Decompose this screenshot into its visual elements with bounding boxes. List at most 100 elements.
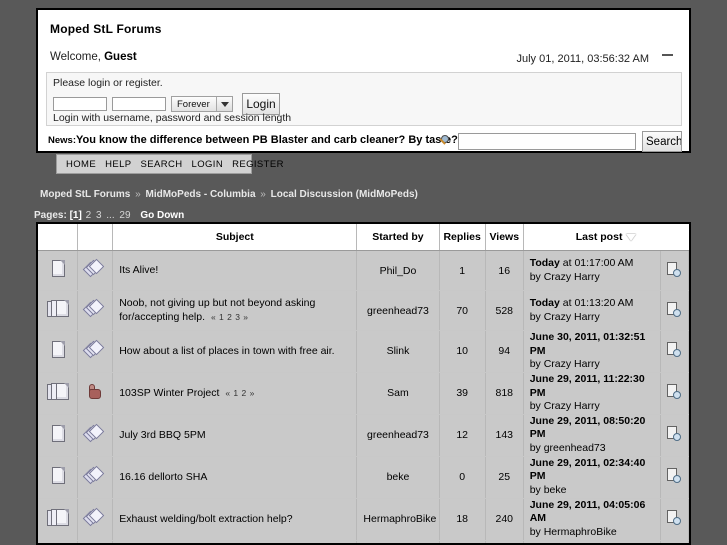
table-row[interactable]: 103SP Winter Project « 1 2 » Sam 39 818 June… <box>38 372 689 415</box>
author-link[interactable]: Slink <box>387 345 410 357</box>
nav-search[interactable]: SEARCH <box>141 159 183 170</box>
last-post-author[interactable]: by Crazy Harry <box>530 311 600 323</box>
subject-cell[interactable]: 103SP Winter Project « 1 2 » <box>112 372 358 415</box>
started-by-cell[interactable]: HermaphroBike <box>356 498 440 541</box>
subject-cell[interactable]: How about a list of places in town with … <box>112 330 358 373</box>
topic-link[interactable]: 103SP Winter Project <box>119 387 219 399</box>
topic-page-links[interactable]: « 1 2 » <box>222 388 255 398</box>
column-header-last-post[interactable]: Last post <box>523 224 689 251</box>
topic-link[interactable]: Exhaust welding/bolt extraction help? <box>119 513 292 525</box>
pagination-page-3[interactable]: 3 <box>95 210 103 221</box>
pagination-page-last[interactable]: 29 <box>118 210 131 221</box>
breadcrumb-item-board[interactable]: Local Discussion (MidMoPeds) <box>271 189 418 200</box>
last-post-jump-icon[interactable] <box>667 342 682 358</box>
last-post-author[interactable]: by Crazy Harry <box>530 358 600 370</box>
column-header-started-by[interactable]: Started by <box>356 224 440 251</box>
last-post-jump-cell[interactable] <box>660 414 689 457</box>
nav-login[interactable]: LOGIN <box>192 159 224 170</box>
author-link[interactable]: greenhead73 <box>367 429 429 441</box>
last-post-author[interactable]: by Crazy Harry <box>530 400 600 412</box>
password-input[interactable] <box>112 97 166 111</box>
username-input[interactable] <box>53 97 107 111</box>
session-length-select[interactable]: Forever <box>171 96 233 112</box>
column-header-status-icon <box>77 224 114 251</box>
last-post-jump-icon[interactable] <box>667 426 682 442</box>
last-post-date: June 30, 2011, 01:32:51 PM <box>529 331 646 357</box>
last-post-jump-icon[interactable] <box>667 384 682 400</box>
chevron-down-icon[interactable] <box>216 97 232 111</box>
status-icon-cell <box>77 498 114 541</box>
table-row[interactable]: July 3rd BBQ 5PM greenhead73 12 143 June 29,… <box>38 414 689 457</box>
subject-cell[interactable]: Noob, not giving up but not beyond askin… <box>112 290 358 331</box>
subject-cell[interactable]: July 3rd BBQ 5PM <box>112 414 358 457</box>
author-link[interactable]: beke <box>387 471 410 483</box>
last-post-jump-cell[interactable] <box>660 330 689 373</box>
last-post-jump-cell[interactable] <box>660 540 689 543</box>
topic-link[interactable]: 16.16 dellorto SHA <box>119 471 207 483</box>
topic-link[interactable]: How about a list of places in town with … <box>119 345 334 357</box>
last-post-date: June 29, 2011, 02:34:40 PM <box>529 456 646 483</box>
subject-cell[interactable]: Helloooo childrenz <box>112 540 358 543</box>
author-link[interactable]: HermaphroBike <box>363 513 436 525</box>
go-down-link[interactable]: Go Down <box>134 210 184 221</box>
started-by-cell[interactable]: greenhead73 <box>356 290 440 331</box>
search-button[interactable]: Search <box>642 131 682 152</box>
column-header-replies[interactable]: Replies <box>439 224 486 251</box>
started-by-cell[interactable]: Slink <box>356 330 440 373</box>
last-post-author[interactable]: by greenhead73 <box>530 442 606 454</box>
last-post-author[interactable]: by beke <box>530 484 567 496</box>
status-icon-cell <box>77 290 114 331</box>
last-post-jump-cell[interactable] <box>660 290 689 331</box>
started-by-cell[interactable]: greenhead73 <box>356 414 440 457</box>
table-row[interactable]: 16.16 dellorto SHA beke 0 25 June 29, 2011, … <box>38 456 689 499</box>
last-post-jump-icon[interactable] <box>667 301 682 317</box>
last-post-jump-cell[interactable] <box>660 372 689 415</box>
sort-descending-icon[interactable] <box>626 234 637 241</box>
last-post-jump-cell[interactable] <box>660 250 689 291</box>
table-row[interactable]: Helloooo childrenzPhil_Do596June 28, 201… <box>38 540 689 543</box>
column-header-subject[interactable]: Subject <box>112 224 358 251</box>
table-row[interactable]: How about a list of places in town with … <box>38 330 689 373</box>
last-post-jump-icon[interactable] <box>667 510 682 526</box>
last-post-cell: June 29, 2011, 11:22:30 PM by Crazy Harry <box>523 372 661 415</box>
subject-cell[interactable]: Exhaust welding/bolt extraction help? <box>112 498 358 541</box>
last-post-jump-icon[interactable] <box>667 468 682 484</box>
status-icon-cell <box>77 330 114 373</box>
subject-cell[interactable]: 16.16 dellorto SHA <box>112 456 358 499</box>
author-link[interactable]: Sam <box>387 387 409 399</box>
topic-link[interactable]: Its Alive! <box>119 264 158 276</box>
status-icon-cell <box>77 456 114 499</box>
started-by-cell[interactable]: Phil_Do <box>356 540 440 543</box>
last-post-jump-icon[interactable] <box>667 261 682 277</box>
column-header-views[interactable]: Views <box>485 224 524 251</box>
started-by-cell[interactable]: Sam <box>356 372 440 415</box>
topic-link[interactable]: July 3rd BBQ 5PM <box>119 429 205 441</box>
nav-home[interactable]: HOME <box>66 159 96 170</box>
search-input[interactable] <box>458 133 636 150</box>
table-row[interactable]: Noob, not giving up but not beyond askin… <box>38 290 689 331</box>
started-by-cell[interactable]: beke <box>356 456 440 499</box>
diamond-stack-icon <box>83 339 106 359</box>
subject-cell[interactable]: Its Alive! <box>112 250 358 291</box>
topic-page-links[interactable]: « 1 2 3 » <box>208 312 249 322</box>
topic-rows: Its Alive! Phil_Do 1 16 Today at 01:17:00 AM… <box>38 250 689 543</box>
last-post-author[interactable]: by Crazy Harry <box>530 271 600 283</box>
author-link[interactable]: Phil_Do <box>380 265 417 277</box>
topic-icon-cell <box>38 290 79 331</box>
started-by-cell[interactable]: Phil_Do <box>356 250 440 291</box>
table-row[interactable]: Exhaust welding/bolt extraction help? Her… <box>38 498 689 541</box>
news-label: News: <box>48 135 76 146</box>
pagination-page-2[interactable]: 2 <box>85 210 93 221</box>
nav-help[interactable]: HELP <box>105 159 131 170</box>
table-row[interactable]: Its Alive! Phil_Do 1 16 Today at 01:17:00 AM… <box>38 250 689 291</box>
breadcrumb-item-forum[interactable]: Moped StL Forums <box>40 189 130 200</box>
minimize-icon[interactable] <box>662 54 673 56</box>
last-post-jump-cell[interactable] <box>660 498 689 541</box>
breadcrumb-item-category[interactable]: MidMoPeds - Columbia <box>146 189 256 200</box>
last-post-author[interactable]: by HermaphroBike <box>530 526 617 538</box>
author-link[interactable]: greenhead73 <box>367 305 429 317</box>
status-icon-cell <box>77 540 114 543</box>
nav-register[interactable]: REGISTER <box>232 159 284 170</box>
views-cell: 528 <box>485 290 524 331</box>
last-post-jump-cell[interactable] <box>660 456 689 499</box>
